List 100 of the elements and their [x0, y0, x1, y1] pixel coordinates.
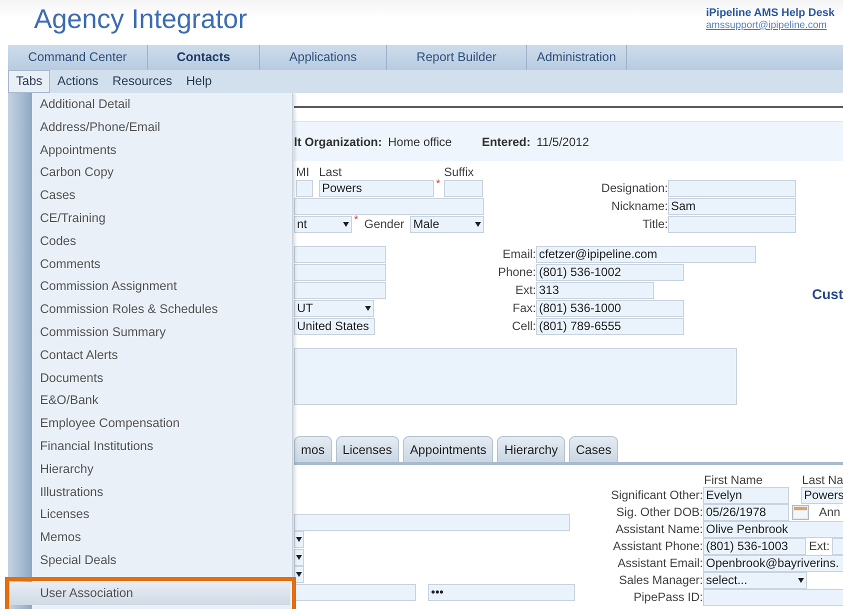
field-value: 11/5/2012: [536, 134, 589, 150]
tab[interactable]: Hierarchy: [497, 436, 565, 462]
menu-item[interactable]: Licenses: [8, 503, 292, 526]
field-value: Home office: [388, 134, 452, 150]
menu-item[interactable]: CE/Training: [8, 206, 292, 230]
column-label: Last Na: [802, 472, 843, 487]
select-field[interactable]: select...: [703, 572, 807, 589]
input-field[interactable]: Sam: [668, 198, 796, 214]
tab[interactable]: mos: [294, 436, 332, 462]
caret-icon: [475, 222, 481, 226]
caret-icon: [798, 578, 804, 583]
field-label: Assistant Email:: [616, 554, 703, 572]
menu-item[interactable]: Commission Assignment: [8, 275, 292, 298]
input-field[interactable]: (801) 536-1000: [536, 300, 684, 318]
input-field[interactable]: [294, 198, 484, 214]
required-mark: *: [352, 215, 360, 225]
field-label: Title:: [641, 216, 668, 232]
field-label: Sig. Other DOB:: [615, 504, 703, 521]
input-field[interactable]: 05/26/1978: [703, 504, 789, 521]
menu-bar-item[interactable]: Tabs: [8, 70, 50, 93]
input-field[interactable]: [294, 246, 386, 263]
field-label: Assistant Name:: [614, 520, 703, 538]
app-title: Agency Integrator: [34, 6, 248, 33]
help-email-link[interactable]: amssupport@ipipeline.com: [706, 20, 835, 32]
required-mark: *: [435, 179, 442, 189]
column-label: First Name: [704, 472, 764, 487]
select-field[interactable]: [294, 548, 304, 566]
menu-item[interactable]: Codes: [8, 230, 292, 253]
menu-item[interactable]: Contact Alerts: [8, 344, 292, 367]
field-label: Ext:: [514, 282, 536, 299]
select-field[interactable]: [294, 531, 304, 548]
field-label: Gender: [364, 216, 404, 232]
menu-item[interactable]: Special Deals: [8, 548, 292, 572]
input-field[interactable]: cfetzer@ipipeline.com: [536, 246, 756, 263]
menu-item[interactable]: Additional Detail: [8, 93, 292, 116]
input-field[interactable]: [296, 180, 313, 196]
menu-item[interactable]: Commission Roles & Schedules: [8, 298, 292, 321]
input-field[interactable]: [294, 514, 570, 531]
caret-icon: [342, 222, 349, 226]
input-field[interactable]: [294, 264, 386, 281]
menu-item[interactable]: Illustrations: [8, 480, 292, 504]
select-field[interactable]: nt: [294, 216, 352, 232]
field-label: Email:: [502, 246, 536, 263]
input-field[interactable]: [668, 180, 796, 196]
menu-item[interactable]: Carbon Copy: [8, 161, 292, 184]
menu-item[interactable]: Financial Institutions: [8, 434, 292, 458]
menu-item[interactable]: Documents: [8, 366, 292, 390]
field-label: Ext:: [809, 538, 830, 555]
field-label: Entered:: [482, 134, 530, 150]
input-field[interactable]: (801) 536-1002: [536, 264, 684, 281]
input-field[interactable]: •••: [428, 584, 575, 601]
column-label: MI: [296, 165, 310, 179]
select-field[interactable]: [294, 566, 304, 584]
input-field[interactable]: 313: [536, 282, 654, 299]
field-label: PipePass ID:: [632, 588, 703, 606]
select-field[interactable]: UT: [294, 300, 374, 318]
menu-item[interactable]: Address/Phone/Email: [8, 116, 292, 139]
field-label: Assistant Phone:: [612, 538, 703, 555]
column-label: Suffix: [444, 165, 475, 179]
column-label: Last: [319, 165, 343, 179]
input-field[interactable]: (801) 789-6555: [536, 318, 684, 336]
menu-bar-item[interactable]: Resources: [105, 70, 180, 93]
tab[interactable]: Cases: [568, 436, 618, 462]
menu-item[interactable]: Employee Compensation: [8, 412, 292, 435]
calendar-icon[interactable]: [792, 504, 809, 520]
tab[interactable]: Licenses: [336, 436, 399, 462]
input-field[interactable]: [444, 180, 483, 196]
menu-item[interactable]: Memos: [8, 526, 292, 549]
caret-icon: [365, 306, 371, 312]
tab[interactable]: Appointments: [402, 436, 494, 462]
menu-item[interactable]: User Association: [10, 582, 290, 605]
field-label: Designation:: [600, 180, 668, 196]
input-field[interactable]: Powers: [319, 180, 434, 196]
menu-bar-item[interactable]: Actions: [50, 70, 106, 93]
input-field[interactable]: [294, 584, 416, 601]
input-field[interactable]: United States: [294, 318, 375, 336]
input-field[interactable]: [668, 216, 796, 232]
help-desk-label: iPipeline AMS Help Desk: [706, 7, 835, 20]
field-label: Nickname:: [610, 198, 668, 214]
field-label: lt Organization:: [294, 134, 382, 150]
input-field[interactable]: (801) 536-1003: [703, 538, 806, 555]
notes-field[interactable]: [294, 348, 737, 405]
menu-bar-item[interactable]: Help: [179, 70, 219, 93]
field-label: Cell:: [510, 318, 536, 336]
field-label: Sales Manager:: [618, 572, 703, 589]
menu-item[interactable]: Appointments: [8, 138, 292, 162]
input-field[interactable]: [294, 282, 386, 299]
menu-item[interactable]: E&O/Bank: [8, 389, 292, 412]
select-field[interactable]: Male: [410, 216, 484, 232]
input-field[interactable]: Openbrook@bayriverins.: [703, 554, 843, 572]
menu-item[interactable]: Hierarchy: [8, 458, 292, 481]
field-label: Phone:: [496, 264, 536, 281]
input-field[interactable]: Evelyn: [703, 486, 789, 504]
menu-item[interactable]: Cases: [8, 184, 292, 207]
menu-item[interactable]: Commission Summary: [8, 320, 292, 344]
field-label: Significant Other:: [610, 486, 703, 504]
section-heading: Cust: [812, 284, 843, 304]
input-field[interactable]: Olive Penbrook: [703, 520, 843, 538]
menu-item[interactable]: Comments: [8, 252, 292, 276]
field-label: Fax:: [512, 300, 536, 318]
